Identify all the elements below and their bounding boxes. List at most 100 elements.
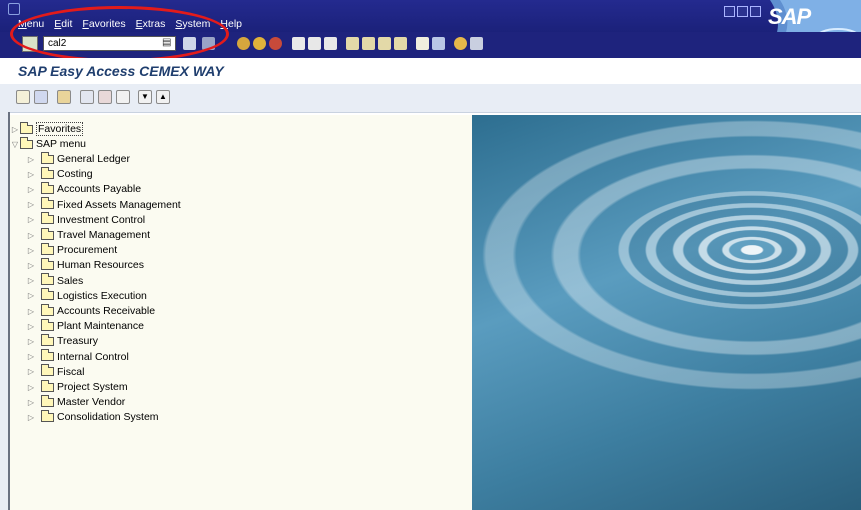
tree-node-label: Accounts Receivable <box>57 305 156 317</box>
tree-node-label: Costing <box>57 168 93 181</box>
expand-triangle-icon[interactable]: ▷ <box>26 185 36 194</box>
tree-node-label: Travel Management <box>57 229 150 241</box>
folder-icon <box>41 288 54 301</box>
tree-node[interactable]: ▷ Project System <box>26 379 128 394</box>
tree-node-label: Fiscal <box>57 365 85 378</box>
tree-node-label: Project System <box>57 381 128 393</box>
expand-triangle-icon[interactable]: ▷ <box>26 246 36 255</box>
expand-triangle-icon[interactable]: ▷ <box>26 322 36 331</box>
tree-node[interactable]: ▷ Sales <box>26 273 83 288</box>
back-arrow-icon[interactable] <box>183 37 196 50</box>
tree-node[interactable]: ▷ Logistics Execution <box>26 288 147 303</box>
expand-triangle-icon[interactable]: ▷ <box>26 307 36 316</box>
tree-node[interactable]: ▷ General Ledger <box>26 151 130 166</box>
tree-node[interactable]: ▷ Costing <box>26 166 93 181</box>
add-favorite-icon[interactable] <box>80 90 94 104</box>
help-icon[interactable] <box>454 37 467 50</box>
expand-triangle-icon[interactable]: ▷ <box>26 155 36 164</box>
expand-triangle-icon[interactable]: ▷ <box>26 215 36 224</box>
tree-node-label: Accounts Payable <box>57 183 142 196</box>
expand-triangle-icon[interactable]: ▷ <box>26 276 36 285</box>
tree-node[interactable]: ▷ Fiscal <box>26 364 85 379</box>
tree-node[interactable]: ▷ Internal Control <box>26 349 129 364</box>
move-down-icon[interactable]: ▼ <box>138 90 152 104</box>
system-menu-icon[interactable] <box>8 3 20 15</box>
other-menu-icon[interactable] <box>57 90 71 104</box>
menu-bar: Menu Edit Favorites Extras System Help <box>0 0 861 32</box>
collapse-triangle-icon[interactable]: ▽ <box>10 140 20 149</box>
tree-node[interactable]: ▷ Travel Management <box>26 227 150 242</box>
tree-node[interactable]: ▷ Treasury <box>26 333 98 348</box>
tree-node-label: SAP menu <box>36 138 87 150</box>
expand-triangle-icon[interactable]: ▷ <box>26 291 36 300</box>
tree-node[interactable]: ▷ Investment Control <box>26 212 146 227</box>
menu-item-extras[interactable]: Extras <box>136 18 166 30</box>
tree-node-label: Consolidation System <box>57 411 159 424</box>
sap-logo: SAP <box>768 4 811 29</box>
expand-triangle-icon[interactable]: ▷ <box>26 352 36 361</box>
page-title: SAP Easy Access CEMEX WAY <box>18 63 224 79</box>
last-page-icon[interactable] <box>394 37 407 50</box>
command-field[interactable] <box>43 36 176 51</box>
save-icon[interactable] <box>202 37 215 50</box>
expand-triangle-icon[interactable]: ▷ <box>26 200 36 209</box>
expand-triangle-icon[interactable]: ▷ <box>26 367 36 376</box>
tree-node-sap-menu[interactable]: ▽ SAP menu <box>10 136 87 151</box>
tree-node-favorites[interactable]: ▷ Favorites <box>10 121 84 136</box>
minimize-icon[interactable] <box>724 6 735 17</box>
previous-page-icon[interactable] <box>362 37 375 50</box>
tree-node-label: Procurement <box>57 244 118 257</box>
tree-node-label: Internal Control <box>57 350 129 363</box>
left-frame-border <box>0 112 10 510</box>
folder-icon <box>41 349 54 362</box>
menu-item-favorites[interactable]: Favorites <box>82 18 125 30</box>
expand-triangle-icon[interactable]: ▷ <box>10 125 20 134</box>
expand-triangle-icon[interactable]: ▷ <box>26 398 36 407</box>
tree-node-label: Logistics Execution <box>57 289 147 302</box>
create-shortcut-icon[interactable] <box>432 37 445 50</box>
maximize-icon[interactable] <box>737 6 748 17</box>
tree-node[interactable]: ▷ Procurement <box>26 242 118 257</box>
folder-icon <box>20 121 33 134</box>
next-page-icon[interactable] <box>378 37 391 50</box>
tree-node[interactable]: ▷ Master Vendor <box>26 394 126 409</box>
menu-item-menu[interactable]: Menu <box>18 18 44 30</box>
command-history-icon[interactable]: ▤ <box>162 37 172 49</box>
tree-node-label: Investment Control <box>57 213 146 226</box>
menu-item-edit[interactable]: Edit <box>54 18 72 30</box>
tree-node[interactable]: ▷ Plant Maintenance <box>26 318 144 333</box>
tree-node[interactable]: ▷ Consolidation System <box>26 409 159 424</box>
expand-triangle-icon[interactable]: ▷ <box>26 337 36 346</box>
back-icon[interactable] <box>237 37 250 50</box>
expand-triangle-icon[interactable]: ▷ <box>26 413 36 422</box>
expand-triangle-icon[interactable]: ▷ <box>26 383 36 392</box>
expand-triangle-icon[interactable]: ▷ <box>26 170 36 179</box>
find-next-icon[interactable] <box>324 37 337 50</box>
cancel-icon[interactable] <box>269 37 282 50</box>
delete-favorite-icon[interactable] <box>98 90 112 104</box>
expand-triangle-icon[interactable]: ▷ <box>26 231 36 240</box>
change-favorite-icon[interactable] <box>116 90 130 104</box>
tree-node[interactable]: ▷ Fixed Assets Management <box>26 197 181 212</box>
tree-node-label: Master Vendor <box>57 396 126 409</box>
find-icon[interactable] <box>308 37 321 50</box>
folder-icon <box>41 197 54 210</box>
print-icon[interactable] <box>292 37 305 50</box>
tree-node[interactable]: ▷ Accounts Payable <box>26 181 142 196</box>
first-page-icon[interactable] <box>346 37 359 50</box>
move-up-icon[interactable]: ▲ <box>156 90 170 104</box>
tree-node[interactable]: ▷ Human Resources <box>26 257 144 272</box>
tree-node[interactable]: ▷ Accounts Receivable <box>26 303 156 318</box>
menu-tree: ▷ Favorites ▽ SAP menu ▷ General Ledger ▷ C… <box>10 115 472 510</box>
enter-checkmark-icon[interactable] <box>22 36 38 52</box>
user-menu-icon[interactable] <box>34 90 48 104</box>
create-session-icon[interactable] <box>416 37 429 50</box>
layout-menu-icon[interactable] <box>470 37 483 50</box>
menu-item-system[interactable]: System <box>175 18 210 30</box>
tree-node-label: Human Resources <box>57 259 144 272</box>
menu-list: Menu Edit Favorites Extras System Help <box>18 18 242 30</box>
exit-icon[interactable] <box>253 37 266 50</box>
menu-item-help[interactable]: Help <box>220 18 242 30</box>
menu-icon[interactable] <box>16 90 30 104</box>
expand-triangle-icon[interactable]: ▷ <box>26 261 36 270</box>
